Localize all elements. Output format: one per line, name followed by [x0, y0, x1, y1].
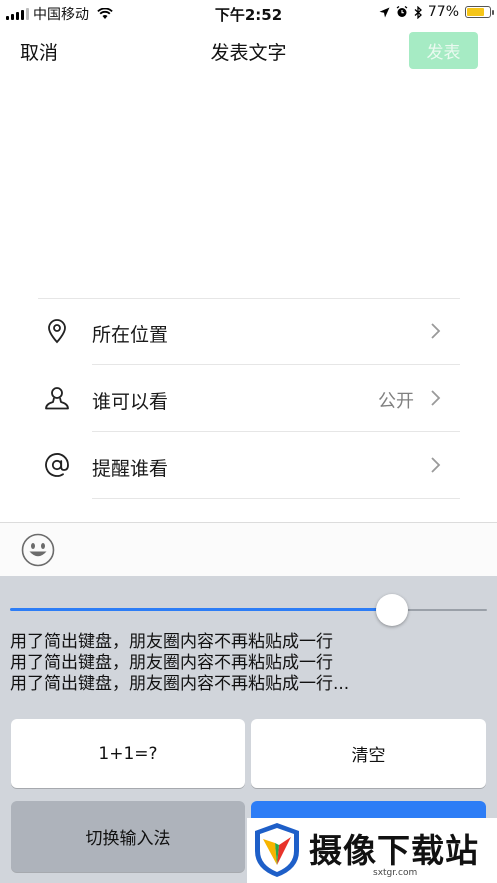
nav-bar: 取消 发表文字 发表: [0, 26, 497, 76]
battery-icon: [465, 6, 494, 18]
clipboard-line: 用了简出键盘，朋友圈内容不再粘贴成一行...: [10, 674, 350, 694]
clipboard-slider[interactable]: [10, 594, 487, 626]
watermark: 摄像下载站 sxtgr.com: [247, 818, 497, 883]
option-label: 谁可以看: [92, 391, 169, 413]
calc-key[interactable]: 1+1=?: [11, 719, 245, 788]
option-value: 公开: [378, 391, 414, 412]
status-right: 77%: [379, 4, 494, 20]
option-mention[interactable]: 提醒谁看: [38, 432, 460, 499]
slider-track-fill: [10, 608, 392, 611]
clipboard-line: 用了简出键盘，朋友圈内容不再粘贴成一行: [10, 653, 333, 673]
clipboard-line: 用了简出键盘，朋友圈内容不再粘贴成一行: [10, 632, 333, 652]
emoji-toolbar: [0, 522, 497, 576]
divider: [92, 498, 460, 499]
brand-logo-icon: [255, 823, 299, 877]
battery-percent: 77%: [427, 4, 459, 20]
option-label: 提醒谁看: [92, 458, 169, 480]
chevron-right-icon: [431, 323, 441, 339]
battery-level-fill: [467, 8, 484, 16]
watermark-brand: 摄像下载站: [309, 831, 479, 870]
clear-key[interactable]: 清空: [251, 719, 486, 788]
option-label: 所在位置: [92, 324, 169, 346]
status-bar: 中国移动 下午2:52 77%: [0, 0, 497, 26]
bluetooth-icon: [414, 5, 422, 19]
location-pin-icon: [48, 319, 66, 344]
option-visibility[interactable]: 谁可以看 公开: [38, 365, 460, 432]
person-icon: [45, 387, 69, 410]
clipboard-preview[interactable]: 用了简出键盘，朋友圈内容不再粘贴成一行 用了简出键盘，朋友圈内容不再粘贴成一行 …: [10, 632, 487, 695]
at-sign-icon: [45, 453, 69, 477]
publish-button[interactable]: 发表: [409, 32, 478, 69]
option-location[interactable]: 所在位置: [38, 298, 460, 365]
emoji-icon[interactable]: [21, 533, 55, 567]
chevron-right-icon: [431, 390, 441, 406]
slider-thumb[interactable]: [376, 594, 408, 626]
switch-input-method-key[interactable]: 切换输入法: [11, 801, 245, 872]
post-text-area[interactable]: [20, 80, 477, 290]
watermark-url: sxtgr.com: [373, 868, 418, 878]
location-arrow-icon: [379, 7, 390, 17]
alarm-icon: [396, 6, 408, 17]
chevron-right-icon: [431, 457, 441, 473]
